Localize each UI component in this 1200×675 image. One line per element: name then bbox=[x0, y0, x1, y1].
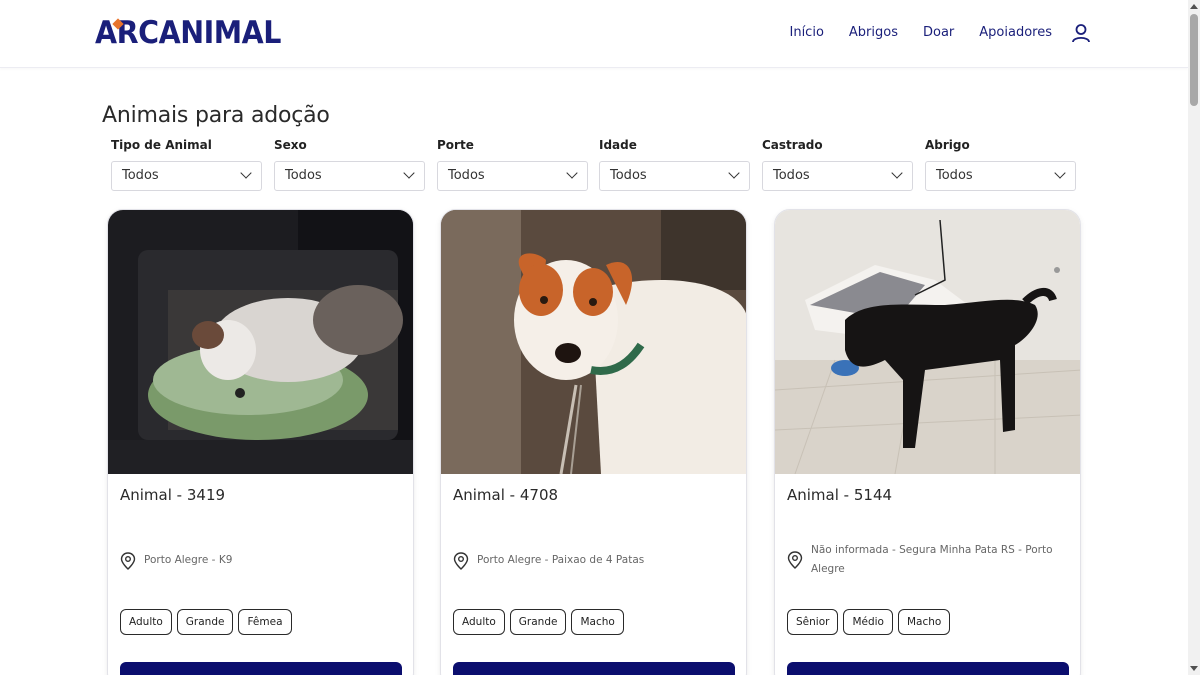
card-action-button[interactable] bbox=[453, 662, 735, 675]
card-action-button[interactable] bbox=[787, 662, 1069, 675]
nav-abrigos[interactable]: Abrigos bbox=[849, 24, 898, 42]
filter-select-porte[interactable]: Todos bbox=[437, 161, 588, 191]
animal-title: Animal - 5144 bbox=[787, 486, 893, 504]
chevron-down-icon bbox=[403, 167, 415, 179]
animal-card[interactable]: Animal - 5144 Não informada - Segura Min… bbox=[774, 209, 1081, 675]
animal-title: Animal - 3419 bbox=[120, 486, 226, 504]
filter-label: Idade bbox=[599, 138, 637, 152]
main-nav: Início Abrigos Doar Apoiadores bbox=[790, 24, 1053, 42]
tag-list: Adulto Grande Macho bbox=[453, 609, 624, 635]
animal-photo[interactable] bbox=[775, 210, 1080, 474]
filter-tipo-animal: Tipo de Animal Todos bbox=[111, 137, 262, 191]
tag-age: Adulto bbox=[453, 609, 505, 635]
filter-value: Todos bbox=[122, 168, 159, 183]
location: Não informada - Segura Minha Pata RS - P… bbox=[787, 541, 1072, 579]
filter-castrado: Castrado Todos bbox=[762, 137, 913, 191]
page-title: Animais para adoção bbox=[102, 103, 330, 128]
filter-value: Todos bbox=[773, 168, 810, 183]
scroll-up-arrow-icon[interactable] bbox=[1190, 4, 1198, 9]
chevron-down-icon bbox=[891, 167, 903, 179]
filter-select-idade[interactable]: Todos bbox=[599, 161, 750, 191]
animal-title: Animal - 4708 bbox=[453, 486, 559, 504]
map-pin-icon bbox=[453, 551, 469, 570]
filter-select-tipo-animal[interactable]: Todos bbox=[111, 161, 262, 191]
site-header: ARCANIMAL Início Abrigos Doar Apoiadores bbox=[0, 0, 1188, 68]
filter-value: Todos bbox=[448, 168, 485, 183]
user-icon[interactable] bbox=[1071, 23, 1091, 43]
animal-card[interactable]: Animal - 4708 Porto Alegre - Paixao de 4… bbox=[440, 209, 747, 675]
map-pin-icon bbox=[787, 551, 803, 569]
location-text: Porto Alegre - Paixao de 4 Patas bbox=[477, 554, 645, 566]
location-text: Não informada - Segura Minha Pata RS - P… bbox=[811, 544, 1053, 575]
logo[interactable]: ARCANIMAL bbox=[95, 15, 281, 51]
tag-sex: Macho bbox=[571, 609, 624, 635]
location: Porto Alegre - K9 bbox=[120, 551, 405, 570]
filter-label: Abrigo bbox=[925, 138, 970, 152]
filter-label: Porte bbox=[437, 138, 474, 152]
filter-select-castrado[interactable]: Todos bbox=[762, 161, 913, 191]
filter-select-sexo[interactable]: Todos bbox=[274, 161, 425, 191]
filter-label: Tipo de Animal bbox=[111, 138, 212, 152]
tag-list: Sênior Médio Macho bbox=[787, 609, 951, 635]
location-text: Porto Alegre - K9 bbox=[144, 554, 233, 566]
filter-value: Todos bbox=[936, 168, 973, 183]
scroll-thumb[interactable] bbox=[1190, 14, 1198, 106]
tag-size: Grande bbox=[176, 609, 234, 635]
filter-label: Sexo bbox=[274, 138, 307, 152]
filter-value: Todos bbox=[285, 168, 322, 183]
map-pin-icon bbox=[120, 551, 136, 570]
chevron-down-icon bbox=[240, 167, 252, 179]
animal-photo[interactable] bbox=[441, 210, 746, 474]
nav-inicio[interactable]: Início bbox=[790, 24, 824, 42]
animal-card[interactable]: Animal - 3419 Porto Alegre - K9 Adulto G… bbox=[107, 209, 414, 675]
card-action-button[interactable] bbox=[120, 662, 402, 675]
animal-photo[interactable] bbox=[108, 210, 413, 474]
location: Porto Alegre - Paixao de 4 Patas bbox=[453, 551, 738, 570]
filter-select-abrigo[interactable]: Todos bbox=[925, 161, 1076, 191]
filter-porte: Porte Todos bbox=[437, 137, 588, 191]
nav-apoiadores[interactable]: Apoiadores bbox=[979, 24, 1052, 42]
tag-sex: Fêmea bbox=[238, 609, 292, 635]
filter-value: Todos bbox=[610, 168, 647, 183]
tag-sex: Macho bbox=[897, 609, 951, 635]
chevron-down-icon bbox=[1054, 167, 1066, 179]
page-scrollbar[interactable] bbox=[1188, 0, 1200, 675]
chevron-down-icon bbox=[728, 167, 740, 179]
filter-label: Castrado bbox=[762, 138, 823, 152]
nav-doar[interactable]: Doar bbox=[923, 24, 954, 42]
tag-age: Adulto bbox=[120, 609, 172, 635]
filter-sexo: Sexo Todos bbox=[274, 137, 425, 191]
tag-age: Sênior bbox=[787, 609, 839, 635]
chevron-down-icon bbox=[566, 167, 578, 179]
tag-list: Adulto Grande Fêmea bbox=[120, 609, 292, 635]
filter-abrigo: Abrigo Todos bbox=[925, 137, 1076, 191]
filter-idade: Idade Todos bbox=[599, 137, 750, 191]
scroll-down-arrow-icon[interactable] bbox=[1190, 666, 1198, 671]
tag-size: Médio bbox=[843, 609, 893, 635]
tag-size: Grande bbox=[509, 609, 567, 635]
